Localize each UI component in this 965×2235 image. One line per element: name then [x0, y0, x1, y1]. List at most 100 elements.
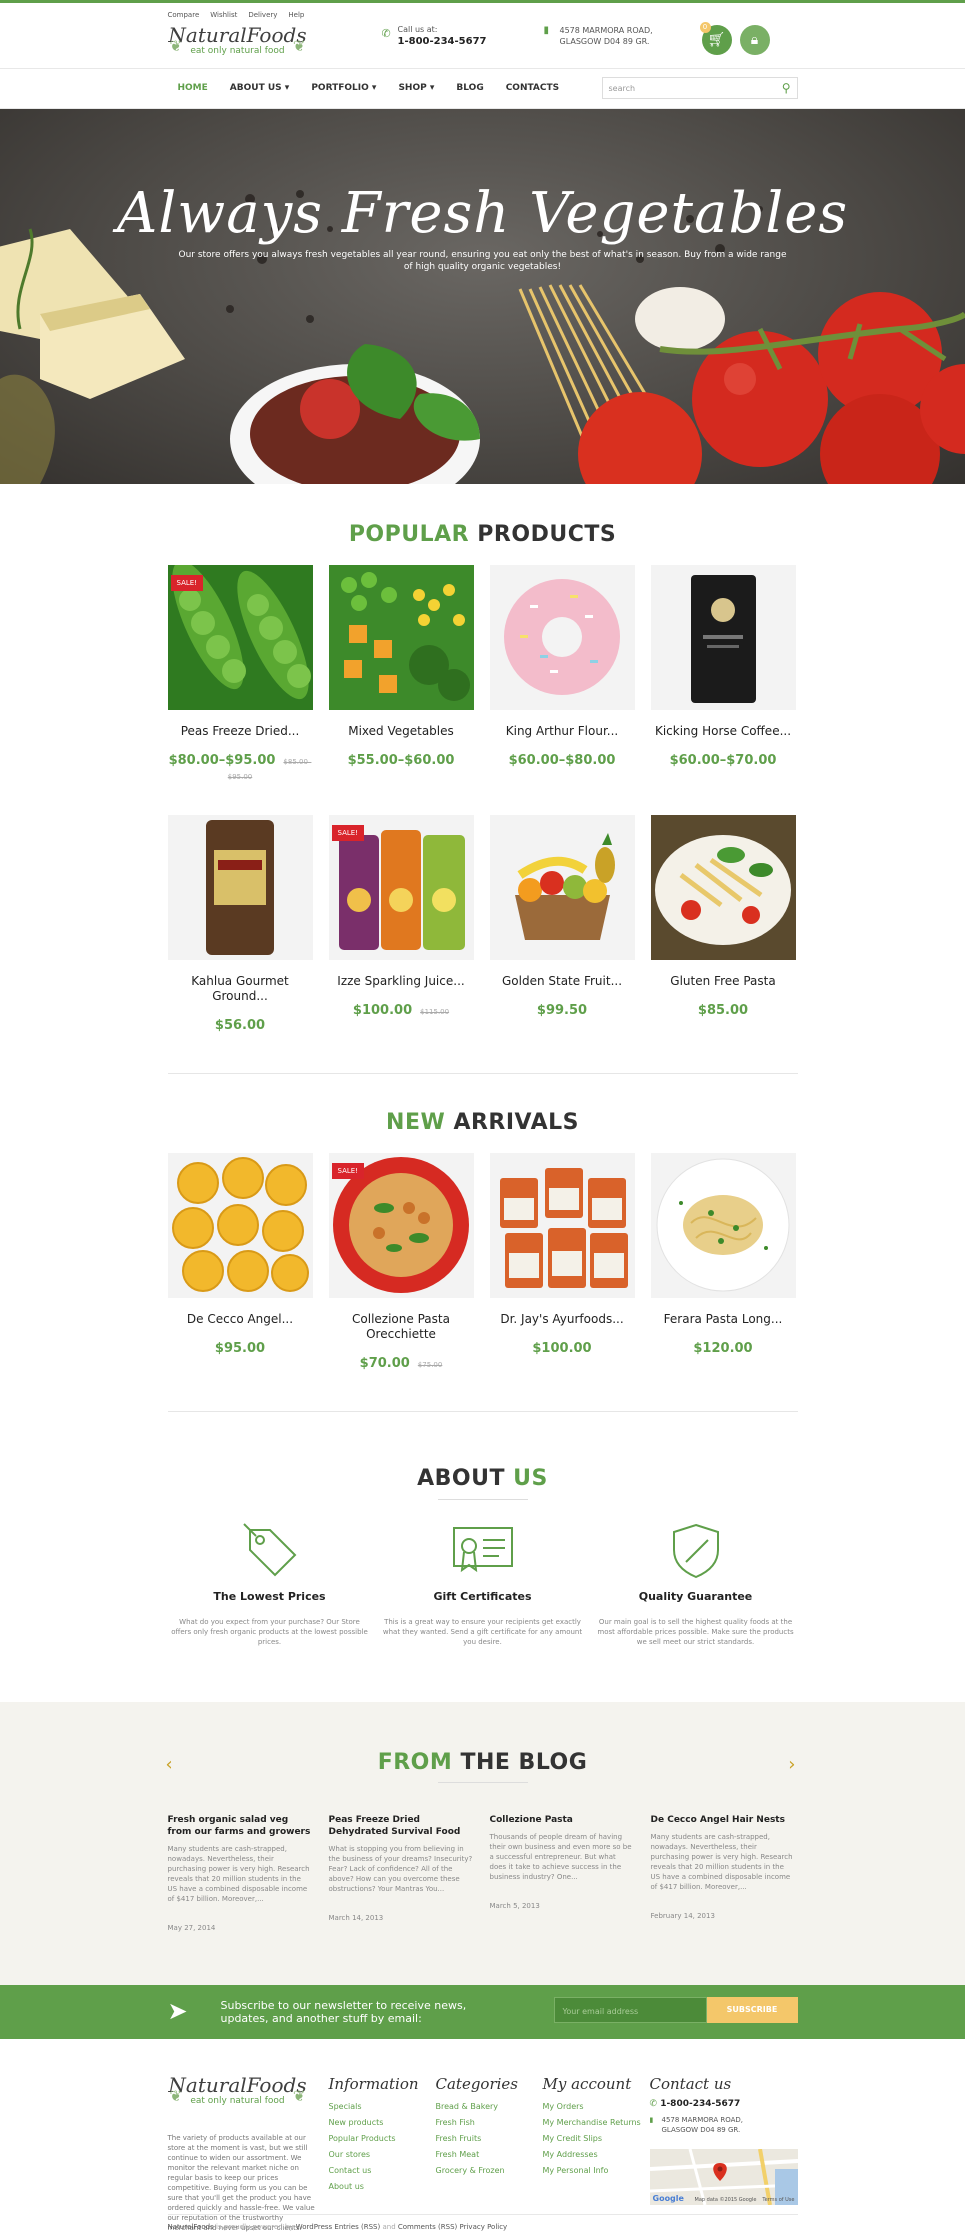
footer-link[interactable]: Our stores	[329, 2147, 419, 2163]
privacy-policy-link[interactable]: Privacy Policy	[460, 2223, 508, 2231]
comments-rss-link[interactable]: Comments (RSS)	[398, 2223, 457, 2231]
product-card[interactable]: Mixed Vegetables $55.00–$60.00	[328, 565, 474, 783]
post-title[interactable]: De Cecco Angel Hair Nests	[651, 1814, 796, 1826]
section-title: POPULAR PRODUCTS	[168, 522, 798, 547]
footer-link[interactable]: My Orders	[543, 2099, 641, 2115]
entries-rss-link[interactable]: Entries (RSS)	[334, 2223, 380, 2231]
product-name[interactable]: Kahlua Gourmet Ground...	[168, 974, 313, 1004]
post-title[interactable]: Fresh organic salad veg from our farms a…	[168, 1814, 313, 1838]
nav-contacts[interactable]: CONTACTS	[506, 83, 559, 93]
footer-categories: Categories Bread & Bakery Fresh Fish Fre…	[436, 2075, 519, 2179]
top-links: Compare Wishlist Delivery Help	[168, 11, 305, 19]
shield-icon	[596, 1520, 796, 1580]
price-current: $95.00	[214, 1341, 266, 1356]
product-image[interactable]	[167, 815, 313, 960]
product-card[interactable]: SALE! Izze Sparkling Juice... $100.00 $11…	[328, 815, 474, 1033]
product-name[interactable]: Ferara Pasta Long...	[651, 1312, 796, 1327]
footer-link[interactable]: About us	[329, 2179, 419, 2195]
footer-link[interactable]: My Personal Info	[543, 2163, 641, 2179]
delivery-link[interactable]: Delivery	[248, 11, 277, 19]
product-image[interactable]	[650, 1153, 796, 1298]
site-logo[interactable]: ❦ NaturalFoods eat only natural food ❦	[168, 25, 308, 56]
subscribe-button[interactable]: SUBSCRIBE	[706, 1997, 798, 2023]
product-image[interactable]	[328, 565, 474, 710]
footer-link[interactable]: My Merchandise Returns	[543, 2115, 641, 2131]
search-icon[interactable]: ⚲	[782, 81, 791, 95]
post-title[interactable]: Peas Freeze Dried Dehydrated Survival Fo…	[329, 1814, 474, 1838]
map-terms-link[interactable]: Terms of Use	[762, 2197, 794, 2203]
wordpress-link[interactable]: WordPress	[296, 2223, 332, 2231]
product-image[interactable]	[650, 815, 796, 960]
footer-link[interactable]: My Credit Slips	[543, 2131, 641, 2147]
nav-home[interactable]: HOME	[178, 83, 208, 93]
product-card[interactable]: Ferara Pasta Long... $120.00	[650, 1153, 796, 1371]
help-link[interactable]: Help	[288, 11, 304, 19]
footer-link[interactable]: Fresh Fruits	[436, 2131, 519, 2147]
product-card[interactable]: Dr. Jay's Ayurfoods... $100.00	[489, 1153, 635, 1371]
nav-about[interactable]: ABOUT US ▾	[230, 83, 290, 93]
post-title[interactable]: Collezione Pasta	[490, 1814, 635, 1826]
product-name[interactable]: Collezione Pasta Orecchiette	[329, 1312, 474, 1342]
blog-posts: Fresh organic salad veg from our farms a…	[168, 1814, 796, 1932]
product-price: $99.50	[490, 1003, 635, 1018]
footer-col-title: Contact us	[649, 2075, 732, 2093]
product-name[interactable]: Izze Sparkling Juice...	[329, 974, 474, 989]
footer-link[interactable]: Popular Products	[329, 2131, 419, 2147]
footer-logo[interactable]: ❦ NaturalFoods eat only natural food ❦	[168, 2075, 308, 2106]
wishlist-link[interactable]: Wishlist	[210, 11, 237, 19]
footer-contact: Contact us ✆ 1-800-234-5677 ▮ 4578 MARMO…	[650, 2075, 744, 2135]
product-image[interactable]	[489, 815, 635, 960]
newsletter-text: Subscribe to our newsletter to receive n…	[221, 1999, 467, 2025]
product-card[interactable]: Kicking Horse Coffee... $60.00–$70.00	[650, 565, 796, 783]
product-name[interactable]: Peas Freeze Dried...	[168, 724, 313, 739]
footer-link[interactable]: Fresh Meat	[436, 2147, 519, 2163]
product-image[interactable]	[167, 1153, 313, 1298]
product-card[interactable]: Golden State Fruit... $99.50	[489, 815, 635, 1033]
footer-link[interactable]: Specials	[329, 2099, 419, 2115]
product-image[interactable]	[489, 1153, 635, 1298]
blog-section: ‹ › FROM THE BLOG Fresh organic salad ve…	[0, 1702, 965, 1985]
footer-link[interactable]: Contact us	[329, 2163, 419, 2179]
footer-link[interactable]: My Addresses	[543, 2147, 641, 2163]
footer-my-account: My account My Orders My Merchandise Retu…	[543, 2075, 641, 2179]
product-card[interactable]: Kahlua Gourmet Ground... $56.00	[167, 815, 313, 1033]
nav-blog[interactable]: BLOG	[456, 83, 483, 93]
footer-map[interactable]: Google Map data ©2015 Google Terms of Us…	[649, 2149, 798, 2205]
sale-badge: SALE!	[331, 825, 364, 841]
nav-shop[interactable]: SHOP ▾	[398, 83, 434, 93]
product-name[interactable]: De Cecco Angel...	[168, 1312, 313, 1327]
cart-button[interactable]: 🛒︎ 0	[699, 22, 732, 55]
product-price: $95.00	[168, 1341, 313, 1356]
product-name[interactable]: Mixed Vegetables	[329, 724, 474, 739]
price-current: $60.00–$80.00	[508, 753, 616, 768]
footer-link[interactable]: New products	[329, 2115, 419, 2131]
product-name[interactable]: Dr. Jay's Ayurfoods...	[490, 1312, 635, 1327]
product-name[interactable]: Gluten Free Pasta	[651, 974, 796, 989]
product-name[interactable]: King Arthur Flour...	[490, 724, 635, 739]
footer-link[interactable]: Bread & Bakery	[436, 2099, 519, 2115]
product-card[interactable]: King Arthur Flour... $60.00–$80.00	[489, 565, 635, 783]
product-name[interactable]: Golden State Fruit...	[490, 974, 635, 989]
blog-post: Fresh organic salad veg from our farms a…	[168, 1814, 313, 1932]
product-card[interactable]: SALE! Collezione Pasta Orecchiette $70.0…	[328, 1153, 474, 1371]
product-price: $100.00 $115.00	[329, 1003, 474, 1018]
footer-link[interactable]: Grocery & Frozen	[436, 2163, 519, 2179]
product-card[interactable]: SALE! Peas Freeze Dried... $80.00–$95.00…	[167, 565, 313, 783]
account-button[interactable]: 🔒︎	[739, 25, 770, 55]
compare-link[interactable]: Compare	[168, 11, 200, 19]
footer-information: Information Specials New products Popula…	[329, 2075, 419, 2195]
product-card[interactable]: Gluten Free Pasta $85.00	[650, 815, 796, 1033]
title-rest: PRODUCTS	[477, 522, 617, 547]
nav-portfolio[interactable]: PORTFOLIO ▾	[311, 83, 376, 93]
email-field[interactable]: Your email address	[553, 1997, 707, 2023]
nav-about-label: ABOUT US	[229, 83, 282, 93]
product-card[interactable]: De Cecco Angel... $95.00	[167, 1153, 313, 1371]
footer-link[interactable]: Fresh Fish	[436, 2115, 519, 2131]
product-image[interactable]	[650, 565, 796, 710]
newsletter-text-line1: Subscribe to our newsletter to receive n…	[220, 1999, 467, 2012]
post-excerpt: Many students are cash-strapped, nowaday…	[650, 1833, 793, 1891]
search-input[interactable]: search ⚲	[601, 77, 798, 99]
product-image[interactable]	[489, 565, 635, 710]
product-name[interactable]: Kicking Horse Coffee...	[651, 724, 796, 739]
email-placeholder: Your email address	[562, 2007, 639, 2016]
